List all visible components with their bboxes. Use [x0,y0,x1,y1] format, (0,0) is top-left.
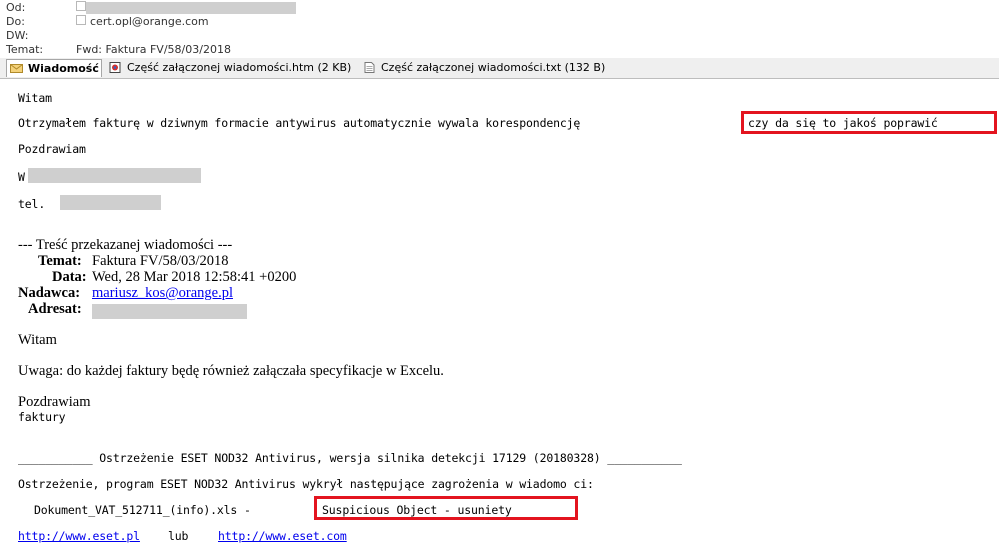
to-label: Do: [6,15,25,28]
fwd-recipient-label: Adresat: [28,301,82,317]
html-file-icon [109,62,121,73]
text-file-icon [364,62,375,73]
redacted-signature [28,168,201,183]
highlight-box-question [741,111,997,134]
fwd-sender-email-link[interactable]: mariusz_kos@orange.pl [92,285,233,302]
fwd-regards: Pozdrawiam [18,394,91,410]
recipient-checkbox-icon[interactable] [76,15,86,25]
fwd-date-label: Data: [52,269,87,285]
signature-initial: W [18,170,25,184]
eset-warning: Ostrzeżenie, program ESET NOD32 Antiviru… [18,477,594,491]
greeting: Witam [18,91,52,105]
subject-value: Fwd: Faktura FV/58/03/2018 [76,43,231,56]
link-separator: lub [168,529,189,543]
highlight-box-result [314,496,578,520]
eset-com-link[interactable]: http://www.eset.com [218,529,347,543]
fwd-date-value: Wed, 28 Mar 2018 12:58:41 +0200 [92,269,297,285]
redacted-sender [86,2,296,14]
fwd-footer: faktury [18,410,66,424]
tel-label: tel. [18,197,46,211]
message-header: Od: Do: cert.opl@orange.com DW: Temat: F… [0,0,999,58]
forward-header: --- Treść przekazanej wiadomości --- [18,237,233,253]
redacted-recipient [92,304,247,319]
tab-text-attachment[interactable]: Część załączonej wiadomości.txt (132 B) [360,59,606,76]
fwd-subject-value: Faktura FV/58/03/2018 [92,253,229,269]
tab-html-label: Część załączonej wiadomości.htm (2 KB) [127,61,352,74]
body-line-1: Otrzymałem fakturę w dziwnym formacie an… [18,116,581,130]
eset-pl-link[interactable]: http://www.eset.pl [18,529,140,543]
fwd-subject-label: Temat: [38,253,82,269]
eset-title: ___________ Ostrzeżenie ESET NOD32 Antiv… [18,451,682,465]
tab-html-attachment[interactable]: Część załączonej wiadomości.htm (2 KB) [106,59,354,76]
from-label: Od: [6,1,26,14]
tab-message[interactable]: Wiadomość [6,59,102,77]
sender-checkbox-icon[interactable] [76,1,86,11]
attachment-tabs: Wiadomość Część załączonej wiadomości.ht… [0,58,999,79]
fwd-greeting: Witam [18,332,57,348]
fwd-note: Uwaga: do każdej faktury będę również za… [18,363,444,379]
message-body: Witam Otrzymałem fakturę w dziwnym forma… [0,79,999,549]
subject-label: Temat: [6,43,44,56]
tab-message-label: Wiadomość [28,62,99,75]
redacted-phone [60,195,161,210]
cc-label: DW: [6,29,29,42]
eset-file-name: Dokument_VAT_512711_(info).xls - [34,503,251,517]
tab-text-label: Część załączonej wiadomości.txt (132 B) [381,61,606,74]
envelope-icon [10,64,23,73]
regards: Pozdrawiam [18,142,86,156]
to-value[interactable]: cert.opl@orange.com [90,15,209,28]
fwd-sender-label: Nadawca: [18,285,81,301]
